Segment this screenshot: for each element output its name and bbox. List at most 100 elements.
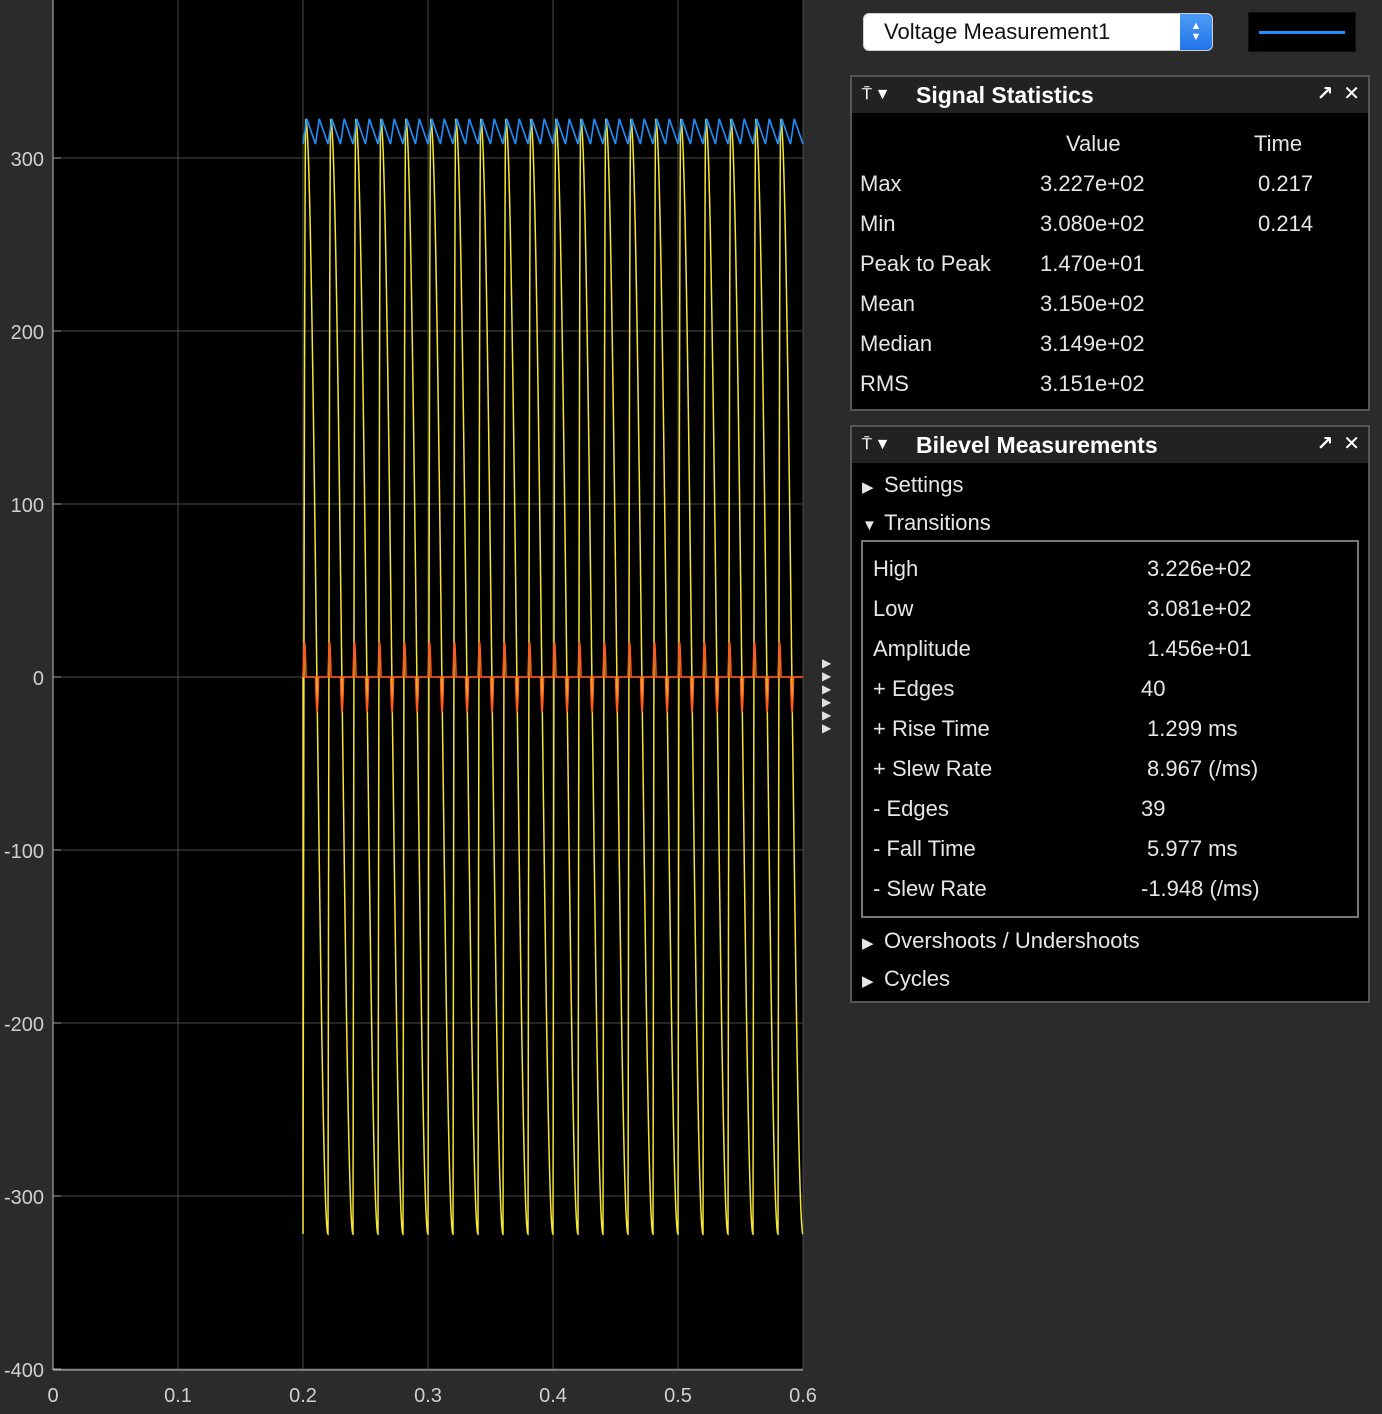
triangle-right-icon: ▶ (862, 479, 874, 496)
y-tick-label: -100 (4, 841, 44, 863)
overshoots-label: Overshoots / Undershoots (884, 928, 1140, 953)
overshoots-toggle[interactable]: ▶ Overshoots / Undershoots (862, 928, 1140, 954)
transition-label: Amplitude (873, 636, 971, 661)
stats-value: 3.080e+02 (1040, 211, 1145, 236)
measurements-panel: Voltage Measurement1 ▲ ▼ ⍑▼ Signal Statis… (850, 0, 1382, 1414)
stats-header-row: Value Time (852, 131, 1368, 161)
close-icon[interactable]: ✕ (1343, 433, 1360, 455)
dropdown-stepper-icon[interactable]: ▲ ▼ (1180, 14, 1212, 50)
transitions-label: Transitions (884, 510, 991, 535)
line-style-swatch[interactable] (1248, 12, 1356, 52)
y-tick-label: 0 (33, 668, 44, 690)
stats-row: Min 3.080e+02 0.214 (852, 211, 1368, 241)
stats-label: Median (860, 331, 933, 356)
stats-value: 1.470e+01 (1040, 251, 1145, 276)
scope-display: 300 200 100 0 -100 -200 -300 -400 0 0.1 0.2 0.3 0.4… (0, 0, 840, 1414)
stats-value: 3.149e+02 (1040, 331, 1145, 356)
stats-row: RMS 3.151e+02 (852, 371, 1368, 401)
transition-label: - Edges (873, 796, 949, 821)
transition-value: 40 (1141, 676, 1166, 701)
transition-row: Amplitude 1.456e+01 (863, 636, 1357, 666)
stats-time: 0.217 (1258, 171, 1314, 196)
transition-row: + Slew Rate 8.967 (/ms) (863, 756, 1357, 786)
stats-value: 3.227e+02 (1040, 171, 1145, 196)
x-tick-label: 0.5 (664, 1385, 692, 1407)
signal-statistics-panel: ⍑▼ Signal Statistics ↗ ✕ Value Time Max 3.… (850, 75, 1370, 411)
stats-row: Peak to Peak 1.470e+01 (852, 251, 1368, 281)
transitions-toggle[interactable]: ▼ Transitions (862, 510, 991, 536)
undock-icon[interactable]: ↗ (1316, 433, 1333, 455)
transition-row: - Fall Time 5.977 ms (863, 836, 1357, 866)
scope-plot: 300 200 100 0 -100 -200 -300 -400 0 0.1 0.2 0.3 0.4… (0, 0, 840, 1414)
transition-row: + Rise Time 1.299 ms (863, 716, 1357, 746)
bilevel-measurements-panel: ⍑▼ Bilevel Measurements ↗ ✕ ▶ Settings ▼ Tr… (850, 425, 1370, 1003)
stats-row: Mean 3.150e+02 (852, 291, 1368, 321)
transition-value: 5.977 ms (1147, 836, 1238, 861)
close-icon[interactable]: ✕ (1343, 83, 1360, 105)
transition-value: 3.226e+02 (1147, 556, 1252, 581)
transition-row: + Edges 40 (863, 676, 1357, 706)
stats-value: 3.150e+02 (1040, 291, 1145, 316)
transition-value: 1.299 ms (1147, 716, 1238, 741)
stats-label: Max (860, 171, 902, 196)
y-tick-label: 200 (11, 322, 44, 344)
bilevel-measurements-header: ⍑▼ Bilevel Measurements ↗ ✕ (852, 427, 1368, 463)
x-tick-label: 0.2 (289, 1385, 317, 1407)
cycles-label: Cycles (884, 966, 951, 991)
x-tick-label: 0.3 (414, 1385, 442, 1407)
transitions-table: High 3.226e+02 Low 3.081e+02 Amplitude 1.456e… (861, 540, 1359, 918)
transition-row: - Slew Rate -1.948 (/ms) (863, 876, 1357, 906)
transition-label: + Edges (873, 676, 955, 701)
y-tick-label: 100 (11, 495, 44, 517)
stats-value: 3.151e+02 (1040, 371, 1145, 396)
settings-toggle[interactable]: ▶ Settings (862, 472, 964, 498)
transition-label: + Slew Rate (873, 756, 993, 781)
transition-value: 1.456e+01 (1147, 636, 1252, 661)
signal-statistics-header: ⍑▼ Signal Statistics ↗ ✕ (852, 77, 1368, 113)
signal-dropdown-value: Voltage Measurement1 (884, 19, 1111, 44)
transition-row: - Edges 39 (863, 796, 1357, 826)
x-tick-label: 0.4 (539, 1385, 567, 1407)
x-tick-label: 0.6 (789, 1385, 817, 1407)
transition-row: Low 3.081e+02 (863, 596, 1357, 626)
transition-label: + Rise Time (873, 716, 990, 741)
transition-value: 8.967 (/ms) (1147, 756, 1259, 781)
arrow-right-icon: ▶ (822, 721, 832, 735)
signal-statistics-table: Value Time Max 3.227e+02 0.217 Min 3.080e+02… (852, 113, 1368, 413)
triangle-right-icon: ▶ (862, 973, 874, 990)
signal-dropdown[interactable]: Voltage Measurement1 ▲ ▼ (863, 13, 1213, 51)
x-tick-label: 0.1 (164, 1385, 192, 1407)
y-tick-label: 300 (11, 149, 44, 171)
column-header-value: Value (1066, 131, 1121, 156)
transition-label: Low (873, 596, 914, 621)
line-color-sample (1259, 31, 1345, 34)
transition-label: - Slew Rate (873, 876, 987, 901)
pin-collapse-icon[interactable]: ⍑▼ (852, 436, 916, 454)
undock-icon[interactable]: ↗ (1316, 83, 1333, 105)
collapse-arrows[interactable]: ▶ ▶ ▶ ▶ ▶ ▶ (822, 657, 838, 735)
transition-value: 39 (1141, 796, 1166, 821)
y-tick-label: -300 (4, 1187, 44, 1209)
cycles-toggle[interactable]: ▶ Cycles (862, 966, 950, 992)
stats-row: Max 3.227e+02 0.217 (852, 171, 1368, 201)
y-tick-label: -200 (4, 1014, 44, 1036)
column-header-time: Time (1254, 131, 1303, 156)
triangle-down-icon: ▼ (862, 517, 877, 534)
y-tick-label: -400 (4, 1360, 44, 1382)
x-tick-label: 0 (47, 1385, 58, 1407)
stats-label: Min (860, 211, 896, 236)
pin-collapse-icon[interactable]: ⍑▼ (852, 86, 916, 104)
transition-label: - Fall Time (873, 836, 976, 861)
stats-label: Peak to Peak (860, 251, 991, 276)
transition-value: 3.081e+02 (1147, 596, 1252, 621)
bilevel-measurements-title: Bilevel Measurements (916, 431, 1158, 458)
stats-row: Median 3.149e+02 (852, 331, 1368, 361)
triangle-right-icon: ▶ (862, 935, 874, 952)
transition-value: -1.948 (/ms) (1141, 876, 1260, 901)
transition-row: High 3.226e+02 (863, 556, 1357, 586)
stats-time: 0.214 (1258, 211, 1314, 236)
stats-label: RMS (860, 371, 909, 396)
settings-label: Settings (884, 472, 964, 497)
signal-statistics-title: Signal Statistics (916, 81, 1094, 108)
transition-label: High (873, 556, 919, 581)
